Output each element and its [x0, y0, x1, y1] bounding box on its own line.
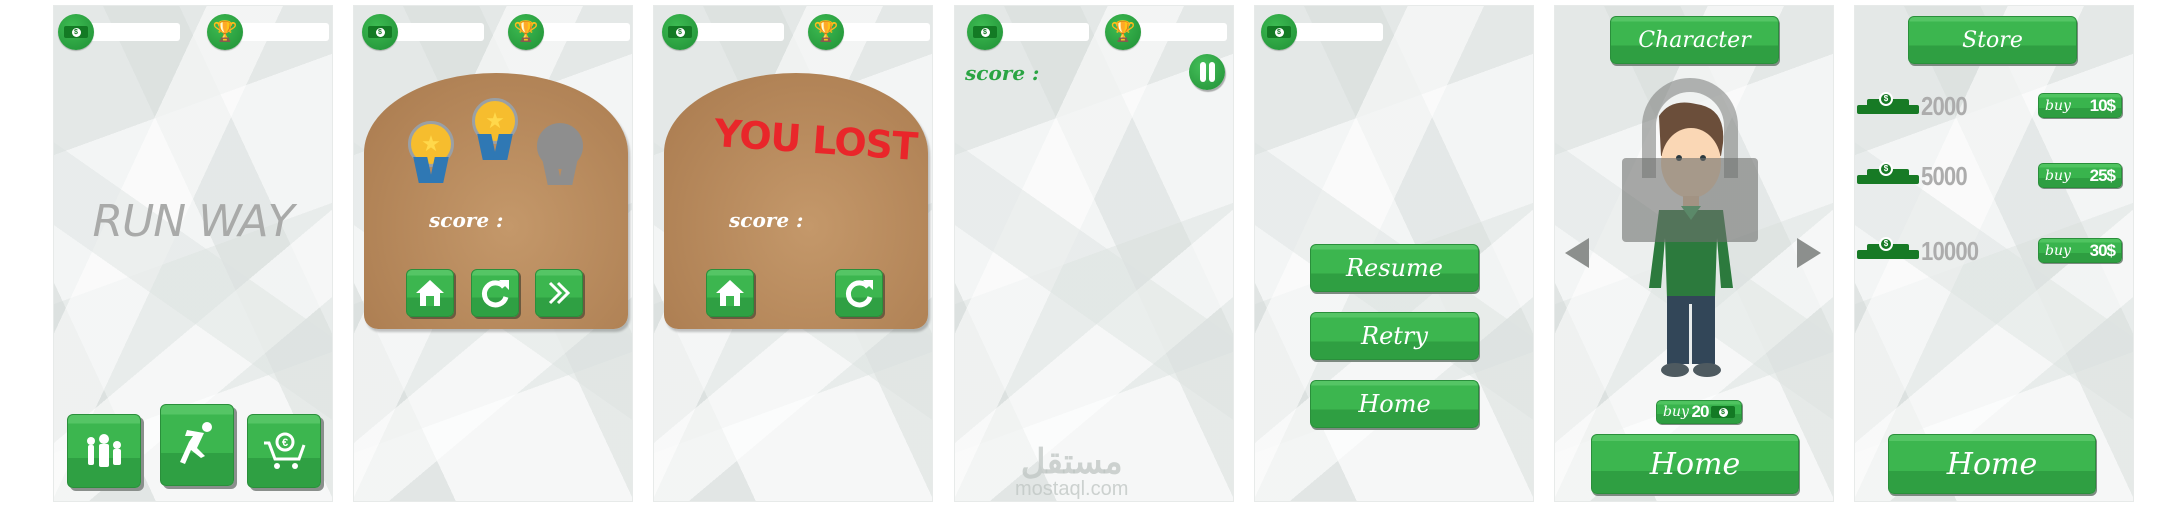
cash-stack-icon: $ — [1857, 92, 1919, 115]
game-over-screen: $ 🏆 YOU LOST score : — [653, 5, 933, 502]
level-complete-screen: $ 🏆 ★ ★ score : — [353, 5, 633, 502]
medal-gold-icon: ★ — [472, 98, 518, 160]
resume-button[interactable]: Resume — [1310, 244, 1479, 292]
dollar-bill-icon: $ — [1711, 406, 1735, 418]
character-select-screen: Character buy 20 $ Home — [1554, 5, 1834, 502]
next-level-button[interactable] — [535, 269, 583, 317]
result-card: YOU LOST score : — [664, 73, 928, 329]
character-price: 20 — [1691, 402, 1709, 421]
score-label: score : — [729, 208, 804, 232]
home-button[interactable]: Home — [1591, 434, 1799, 494]
character-title: Character — [1610, 16, 1779, 64]
characters-button[interactable] — [67, 414, 141, 488]
home-icon — [716, 280, 744, 306]
store-item: $ 10000 buy 30$ — [1855, 236, 2133, 266]
dollar-bill-icon: $ — [967, 14, 1003, 50]
svg-text:€: € — [282, 437, 288, 449]
you-lost-headline: YOU LOST — [712, 110, 919, 170]
best-score-value — [530, 23, 630, 41]
retry-button[interactable]: Retry — [1310, 312, 1479, 360]
dollar-bill-icon: $ — [1261, 14, 1297, 50]
next-character-arrow-icon[interactable] — [1797, 238, 1821, 268]
home-button[interactable] — [406, 269, 454, 317]
retry-icon — [845, 280, 873, 308]
result-card: ★ ★ score : — [364, 73, 628, 329]
retry-icon — [481, 280, 509, 308]
retry-button[interactable] — [835, 269, 883, 317]
buy-coins-button[interactable]: buy 10$ — [2038, 93, 2122, 118]
home-button[interactable] — [706, 269, 754, 317]
gameplay-screen: $ 🏆 score : مستقل mostaql.com — [954, 5, 1234, 502]
store-button[interactable]: € — [247, 414, 321, 488]
buy-label: buy — [2045, 167, 2071, 184]
watermark: مستقل mostaql.com — [1015, 445, 1128, 499]
price: 10$ — [2089, 95, 2116, 115]
runner-icon — [180, 422, 212, 464]
watermark-arabic: مستقل — [1020, 443, 1123, 481]
coin-amount: 5000 — [1921, 161, 1968, 191]
buy-label: buy — [2045, 97, 2071, 114]
buy-coins-button[interactable]: buy 25$ — [2038, 163, 2122, 188]
pause-menu-screen: $ Resume Retry Home — [1254, 5, 1534, 502]
home-button[interactable]: Home — [1310, 380, 1479, 428]
dollar-bill-icon: $ — [362, 14, 398, 50]
pause-icon — [1208, 62, 1215, 82]
watermark-url: mostaql.com — [1015, 478, 1129, 500]
coins-value — [80, 23, 180, 41]
medal-gold-icon: ★ — [408, 121, 454, 183]
trophy-icon: 🏆 — [1105, 14, 1141, 50]
dollar-bill-icon: $ — [58, 14, 94, 50]
pause-icon — [1199, 62, 1206, 82]
coin-amount: 2000 — [1921, 91, 1968, 121]
retry-button[interactable] — [471, 269, 519, 317]
best-score-value — [229, 23, 329, 41]
family-icon — [87, 434, 121, 467]
buy-label: buy — [2045, 242, 2071, 259]
coins-value — [1283, 23, 1383, 41]
home-button[interactable]: Home — [1888, 434, 2096, 494]
buy-label: buy — [1663, 404, 1689, 420]
trophy-icon: 🏆 — [207, 14, 243, 50]
game-title: RUN WAY — [92, 196, 295, 247]
coin-amount: 10000 — [1921, 236, 1979, 266]
lock-icon — [1622, 158, 1758, 242]
cash-stack-icon: $ — [1857, 237, 1919, 260]
cart-euro-icon: € — [264, 432, 306, 469]
best-score-value — [1127, 23, 1227, 41]
best-score-value — [830, 23, 930, 41]
play-button[interactable] — [160, 404, 234, 486]
home-icon — [416, 280, 444, 306]
coins-value — [384, 23, 484, 41]
trophy-icon: 🏆 — [808, 14, 844, 50]
store-title: Store — [1908, 16, 2077, 64]
home-screen: $ 🏆 RUN WAY € — [53, 5, 333, 502]
trophy-icon: 🏆 — [508, 14, 544, 50]
coins-value — [684, 23, 784, 41]
pause-button[interactable] — [1189, 54, 1225, 90]
next-icon — [548, 281, 571, 305]
buy-character-button[interactable]: buy 20 $ — [1656, 400, 1742, 424]
price: 25$ — [2089, 165, 2116, 185]
dollar-bill-icon: $ — [662, 14, 698, 50]
store-item: $ 5000 buy 25$ — [1855, 161, 2133, 191]
previous-character-arrow-icon[interactable] — [1565, 238, 1589, 268]
medal-locked-icon — [537, 123, 583, 185]
score-label: score : — [965, 61, 1040, 85]
buy-coins-button[interactable]: buy 30$ — [2038, 238, 2122, 263]
price: 30$ — [2089, 240, 2116, 260]
cash-stack-icon: $ — [1857, 162, 1919, 185]
store-screen: Store $ 2000 buy 10$ $ 5000 buy 25$ $ 10… — [1854, 5, 2134, 502]
store-item: $ 2000 buy 10$ — [1855, 91, 2133, 121]
score-label: score : — [429, 208, 504, 232]
coins-value — [989, 23, 1089, 41]
